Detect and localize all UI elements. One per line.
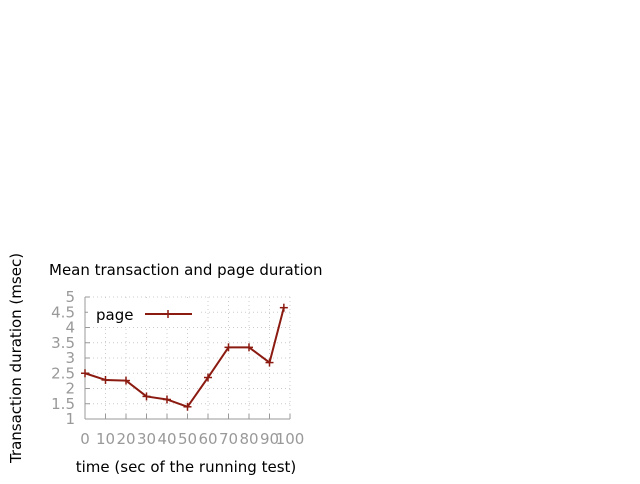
x-tick-label: 100 bbox=[276, 430, 305, 448]
x-tick-label: 60 bbox=[198, 430, 217, 448]
x-tick-label: 30 bbox=[137, 430, 156, 448]
x-tick-label: 80 bbox=[239, 430, 258, 448]
legend: page bbox=[88, 301, 200, 327]
y-tick-label: 5 bbox=[65, 288, 75, 306]
chart: 0 10 20 30 40 50 60 70 80 90 100 1 1.5 2 2.5 3 3.5 4 4.5 5 … bbox=[0, 0, 640, 480]
legend-label: page bbox=[96, 306, 133, 324]
chart-title: Mean transaction and page duration bbox=[49, 261, 322, 279]
x-tick-label: 40 bbox=[157, 430, 176, 448]
data-point bbox=[279, 303, 288, 312]
x-axis-title: time (sec of the running test) bbox=[76, 458, 297, 476]
x-tick-label: 70 bbox=[219, 430, 238, 448]
x-tick-label: 0 bbox=[80, 430, 90, 448]
data-point bbox=[81, 369, 89, 378]
data-point bbox=[101, 375, 110, 384]
x-tick-label: 20 bbox=[116, 430, 135, 448]
y-axis-title: Transaction duration (msec) bbox=[7, 253, 25, 464]
x-tick-label: 50 bbox=[178, 430, 197, 448]
x-tick-label: 10 bbox=[96, 430, 115, 448]
data-point bbox=[163, 395, 171, 404]
chart-svg: 0 10 20 30 40 50 60 70 80 9010011.522.533.544.55 … bbox=[7, 253, 322, 476]
